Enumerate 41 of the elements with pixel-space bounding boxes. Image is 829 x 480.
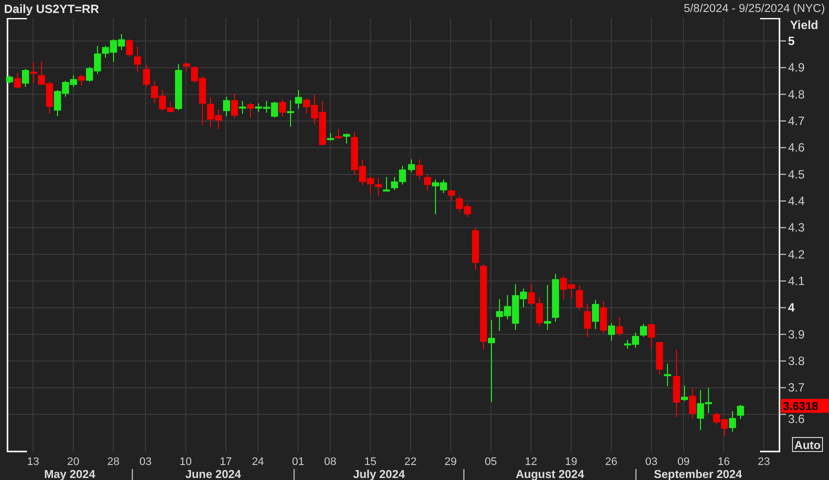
- axis-tick-label: 03: [139, 456, 152, 468]
- axis-tick-label: 10: [180, 456, 192, 468]
- date-range: 5/8/2024 - 9/25/2024 (NYC): [684, 3, 825, 15]
- auto-button[interactable]: Auto: [792, 437, 823, 452]
- axis-tick-label: 08: [324, 456, 336, 468]
- axis-tick-label: 15: [364, 456, 376, 468]
- axis-tick-label: 4.8: [788, 87, 805, 102]
- axis-tick-label: 12: [524, 456, 538, 468]
- axis-title: Yield: [790, 18, 818, 32]
- axis-tick-label: 4: [788, 300, 795, 315]
- axis-tick-label: 23: [758, 456, 770, 468]
- axis-tick-label: 3.7: [788, 380, 805, 395]
- axis-tick-label: 28: [107, 456, 120, 468]
- axis-tick-label: 22: [404, 456, 417, 468]
- axis-tick-label: 4.9: [788, 60, 805, 75]
- axis-tick-label: 01: [292, 456, 304, 468]
- month-label: June 2024: [185, 469, 242, 480]
- axis-tick-label: 24: [252, 456, 264, 468]
- axis-tick-label: 3.8: [788, 354, 805, 368]
- axis-tick-label: 03: [645, 456, 658, 468]
- axis-tick-label: 20: [67, 456, 80, 468]
- chart-title: Daily US2YT=RR: [4, 2, 100, 16]
- axis-tick-label: 13: [26, 456, 40, 468]
- axis-tick-label: 19: [565, 456, 578, 468]
- axis-tick-label: 4.2: [788, 247, 805, 262]
- axis-tick-label: 5: [788, 34, 795, 48]
- axis-tick-label: 4.6: [788, 140, 805, 155]
- axis-tick-label: 05: [484, 456, 497, 468]
- axis-tick-label: 4.3: [788, 220, 805, 235]
- axis-tick-label: 4.4: [788, 194, 805, 208]
- axis-tick-label: 3.9: [788, 327, 805, 342]
- last-value-badge: 3.6318: [781, 398, 829, 413]
- axis-tick-label: 16: [718, 456, 730, 468]
- axis-tick-label: 4.5: [788, 167, 805, 182]
- axis-tick-label: 29: [444, 456, 457, 468]
- axis-tick-label: 26: [605, 456, 618, 468]
- axis-tick-label: 4.7: [788, 114, 805, 128]
- axis-tick-label: 4.1: [788, 274, 805, 288]
- axis-tick-label: 3.6: [788, 412, 805, 426]
- axis-tick-label: 09: [677, 456, 690, 468]
- axis-tick-label: 17: [220, 456, 232, 468]
